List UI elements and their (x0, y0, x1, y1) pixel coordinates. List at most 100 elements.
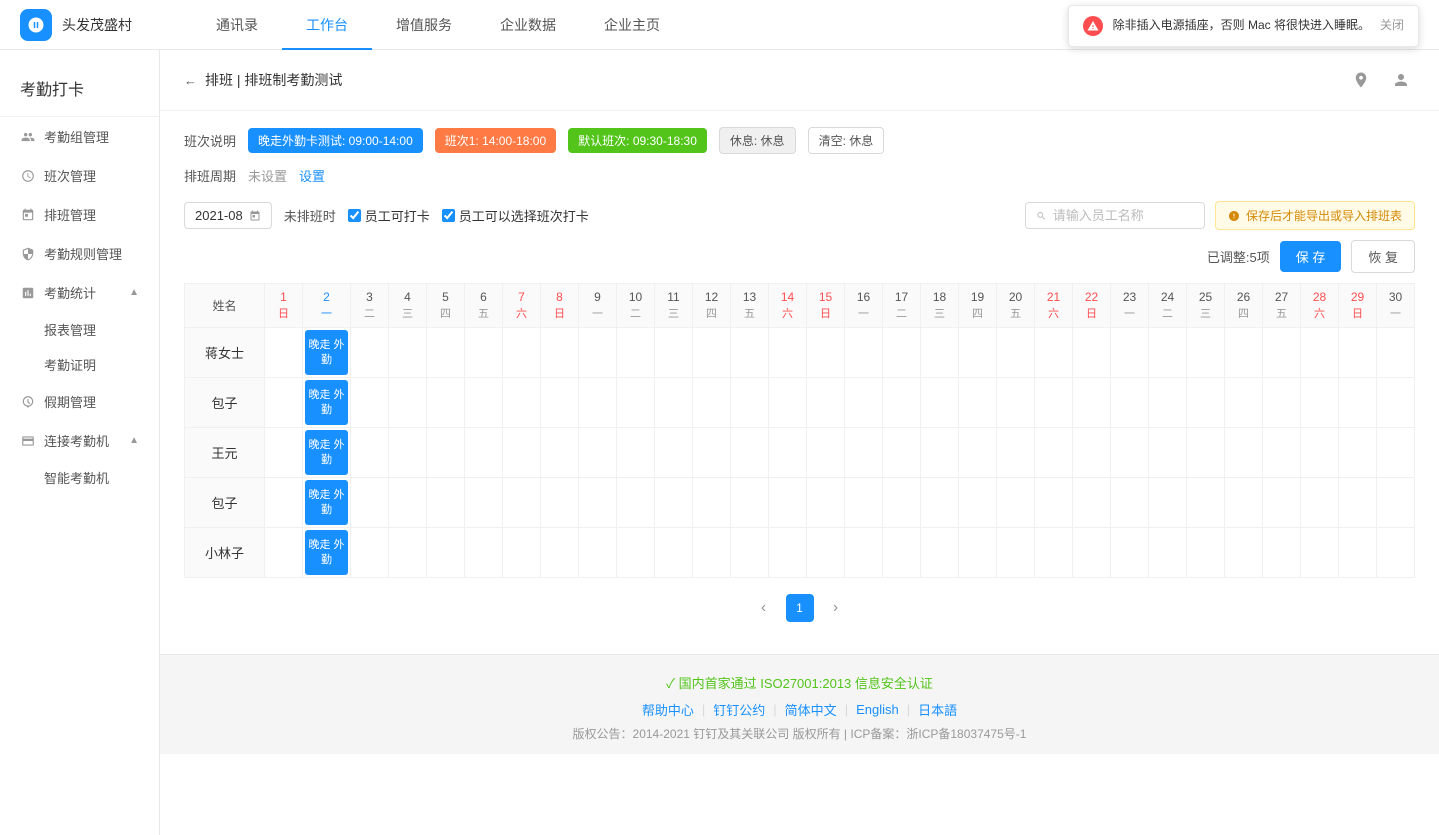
schedule-cell[interactable] (389, 528, 427, 578)
schedule-cell[interactable] (1073, 378, 1111, 428)
restore-button[interactable]: 恢 复 (1351, 240, 1415, 273)
nav-item-contacts[interactable]: 通讯录 (192, 0, 282, 50)
schedule-cell[interactable] (265, 478, 303, 528)
schedule-cell[interactable] (1225, 428, 1263, 478)
schedule-cell[interactable] (693, 378, 731, 428)
schedule-cell[interactable] (1149, 328, 1187, 378)
schedule-cell[interactable] (921, 378, 959, 428)
schedule-cell[interactable] (265, 528, 303, 578)
schedule-cell[interactable] (465, 428, 503, 478)
schedule-cell[interactable] (1339, 328, 1377, 378)
schedule-cell[interactable] (427, 328, 465, 378)
schedule-cell[interactable] (1149, 478, 1187, 528)
schedule-cell[interactable] (845, 378, 883, 428)
schedule-cell[interactable] (1263, 378, 1301, 428)
location-icon[interactable] (1347, 66, 1375, 94)
footer-link-japanese[interactable]: 日本語 (918, 700, 957, 719)
schedule-cell[interactable]: 晚走 外勤 (303, 528, 351, 578)
schedule-cell[interactable] (1339, 478, 1377, 528)
schedule-cell[interactable] (1187, 428, 1225, 478)
schedule-cell[interactable] (1263, 428, 1301, 478)
notif-close-button[interactable]: 关闭 (1380, 16, 1404, 33)
schedule-cell[interactable] (503, 378, 541, 428)
schedule-cell[interactable] (1377, 528, 1415, 578)
schedule-cell[interactable] (427, 528, 465, 578)
schedule-cell[interactable] (655, 328, 693, 378)
badge-shift1[interactable]: 班次1: 14:00-18:00 (435, 128, 556, 153)
schedule-cell[interactable] (959, 478, 997, 528)
schedule-cell[interactable] (921, 328, 959, 378)
schedule-cell[interactable] (351, 328, 389, 378)
schedule-cell[interactable] (1187, 328, 1225, 378)
badge-late-field[interactable]: 晚走外勤卡测试: 09:00-14:00 (248, 128, 423, 153)
schedule-cell[interactable] (1073, 528, 1111, 578)
schedule-cell[interactable] (1225, 528, 1263, 578)
schedule-cell[interactable] (579, 328, 617, 378)
schedule-cell[interactable] (769, 428, 807, 478)
schedule-cell[interactable] (731, 378, 769, 428)
save-button[interactable]: 保 存 (1280, 241, 1342, 272)
schedule-cell[interactable] (807, 328, 845, 378)
schedule-cell[interactable] (1111, 478, 1149, 528)
schedule-cell[interactable] (1225, 328, 1263, 378)
search-input[interactable] (1053, 208, 1194, 223)
schedule-cell[interactable]: 晚走 外勤 (303, 328, 351, 378)
schedule-cell[interactable] (769, 328, 807, 378)
schedule-cell[interactable] (1225, 478, 1263, 528)
schedule-cell[interactable] (1339, 528, 1377, 578)
schedule-cell[interactable] (1263, 328, 1301, 378)
schedule-cell[interactable] (655, 378, 693, 428)
sidebar-sub-item-smart-machine[interactable]: 智能考勤机 (44, 460, 159, 495)
schedule-cell[interactable] (465, 478, 503, 528)
schedule-cell[interactable] (883, 378, 921, 428)
schedule-cell[interactable] (1377, 378, 1415, 428)
schedule-cell[interactable] (503, 528, 541, 578)
schedule-cell[interactable] (845, 328, 883, 378)
schedule-cell[interactable] (693, 428, 731, 478)
schedule-cell[interactable] (579, 528, 617, 578)
schedule-cell[interactable] (1149, 378, 1187, 428)
schedule-cell[interactable] (503, 478, 541, 528)
schedule-cell[interactable] (503, 328, 541, 378)
sidebar-item-shift[interactable]: 班次管理 (0, 156, 159, 195)
schedule-cell[interactable]: 晚走 外勤 (303, 378, 351, 428)
schedule-cell[interactable] (617, 528, 655, 578)
schedule-cell[interactable] (1301, 528, 1339, 578)
schedule-cell[interactable] (1187, 528, 1225, 578)
footer-link-english[interactable]: English (856, 702, 899, 717)
schedule-cell[interactable] (1035, 428, 1073, 478)
schedule-cell[interactable] (807, 378, 845, 428)
schedule-cell[interactable] (465, 378, 503, 428)
schedule-cell[interactable] (1377, 478, 1415, 528)
next-page-button[interactable]: › (822, 594, 850, 622)
schedule-cell[interactable] (1187, 378, 1225, 428)
schedule-cell[interactable] (731, 528, 769, 578)
schedule-cell[interactable] (883, 428, 921, 478)
checkbox-choose-shift[interactable]: 员工可以选择班次打卡 (442, 206, 589, 225)
schedule-cell[interactable] (769, 528, 807, 578)
schedule-cell[interactable] (959, 528, 997, 578)
date-picker[interactable]: 2021-08 (184, 202, 272, 229)
prev-page-button[interactable]: ‹ (750, 594, 778, 622)
schedule-cell[interactable] (427, 478, 465, 528)
schedule-cell[interactable] (541, 428, 579, 478)
schedule-cell[interactable] (997, 378, 1035, 428)
schedule-cell[interactable] (1035, 378, 1073, 428)
schedule-cell[interactable] (921, 528, 959, 578)
checkbox-can-punch[interactable]: 员工可打卡 (348, 206, 430, 225)
back-button[interactable]: ← (184, 73, 197, 88)
footer-link-help[interactable]: 帮助中心 (642, 700, 694, 719)
schedule-cell[interactable] (1035, 328, 1073, 378)
schedule-cell[interactable] (1339, 428, 1377, 478)
schedule-cell[interactable] (1149, 428, 1187, 478)
schedule-cell[interactable] (845, 478, 883, 528)
schedule-cell[interactable] (883, 528, 921, 578)
badge-default-shift[interactable]: 默认班次: 09:30-18:30 (568, 128, 707, 153)
schedule-cell[interactable] (265, 328, 303, 378)
schedule-cell[interactable] (921, 428, 959, 478)
schedule-cell[interactable] (1111, 328, 1149, 378)
schedule-cell[interactable] (1301, 428, 1339, 478)
schedule-cell[interactable]: 晚走 外勤 (303, 428, 351, 478)
sidebar-item-attendance-group[interactable]: 考勤组管理 (0, 117, 159, 156)
schedule-cell[interactable] (541, 528, 579, 578)
